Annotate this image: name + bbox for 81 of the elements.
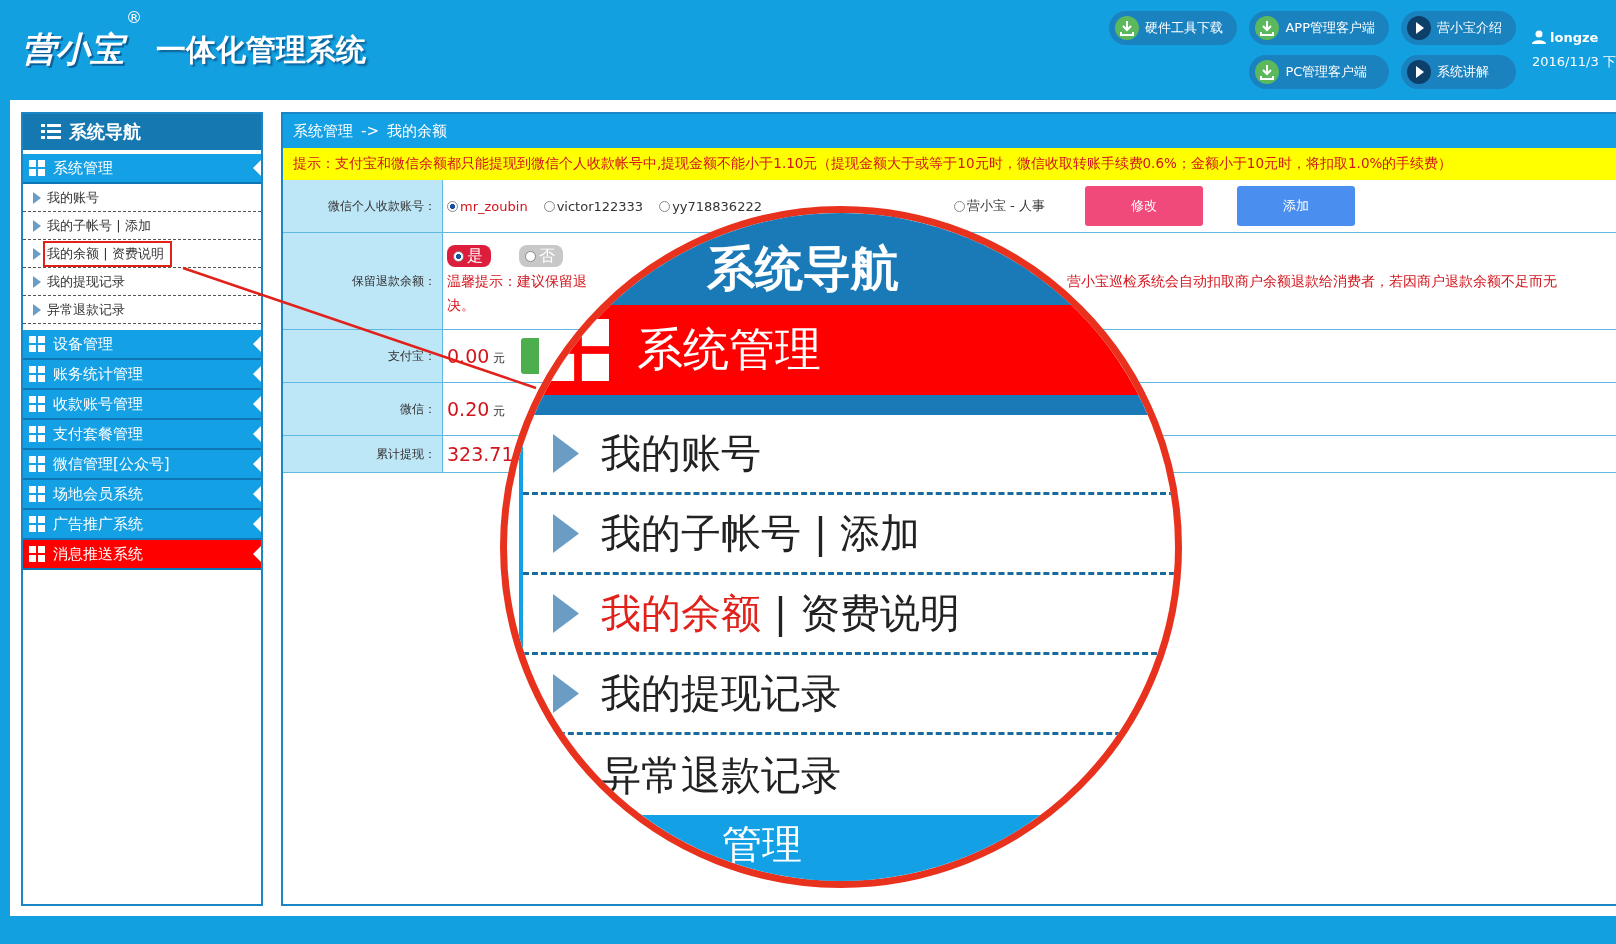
field-label: 支付宝： [283,330,443,382]
list-icon [41,124,61,140]
header-button[interactable]: 硬件工具下载 [1109,11,1238,45]
menu-item[interactable]: 我的子帐号 | 添加 [601,506,920,561]
menu-item[interactable]: 我的账号 [601,426,761,481]
edit-button[interactable]: 修改 [1084,186,1203,226]
play-icon [1407,16,1431,40]
menu-section[interactable]: 系统管理 [23,154,261,184]
triangle-icon [33,275,41,288]
grid-icon [29,160,45,176]
grid-icon [29,516,45,532]
menu-section[interactable]: 微信管理[公众号] [23,450,261,480]
tip-text: 决。 [447,297,476,315]
triangle-icon [33,191,41,204]
download-icon [1255,60,1280,84]
play-icon [1407,60,1431,84]
header-button[interactable]: APP管理客户端 [1249,11,1389,45]
magnified-section: 系统管理 [637,319,821,381]
date-text: 2016/11/3 下 [1532,52,1616,71]
registered-mark: ® [126,8,142,27]
grid-icon [29,336,45,352]
menu-section[interactable]: 设备管理 [23,330,261,360]
header-button[interactable]: 营小宝介绍 [1401,11,1516,45]
radio-option[interactable]: yy718836222 [659,198,762,214]
grid-icon [29,486,45,502]
menu-section[interactable]: 收款账号管理 [23,390,261,420]
unit-text: 元 [493,402,506,420]
triangle-icon [33,219,41,232]
triangle-icon [33,303,41,316]
grid-icon [29,546,45,562]
menu-item[interactable]: 我的余额 | 资费说明 [43,240,172,267]
menu-section[interactable]: 支付套餐管理 [23,420,261,450]
menu-section[interactable]: 广告推广系统 [23,510,261,540]
tip-text: 营小宝巡检系统会自动扣取商户余额退款给消费者，若因商户退款余额不足而无 [1067,273,1557,291]
breadcrumb-link[interactable]: 系统管理 [293,121,353,141]
header-button[interactable]: PC管理客户端 [1249,55,1389,89]
menu-item[interactable]: 我的提现记录 [601,666,841,721]
withdraw-button[interactable] [521,338,540,374]
menu-section[interactable]: 场地会员系统 [23,480,261,510]
download-icon [1255,16,1280,40]
magnified-title: 系统导航 [707,239,899,298]
radio-option[interactable]: victor122333 [543,198,644,214]
triangle-icon [553,434,579,473]
radio-option[interactable]: mr_zoubin [447,198,528,214]
grid-icon [29,456,45,472]
toggle-option[interactable]: 是 [447,245,491,267]
user-name[interactable]: longze [1532,29,1616,45]
field-label: 微信： [283,383,443,435]
amount-value: 0.00 [447,345,490,367]
magnified-section: 管理 [722,821,802,867]
amount-value: 0.20 [447,398,490,420]
field-label: 微信个人收款账号： [283,180,443,232]
menu-item[interactable]: 异常退款记录 [43,296,133,323]
user-icon [1532,30,1546,44]
triangle-icon [33,247,41,260]
menu-section[interactable]: 消息推送系统 [23,540,261,570]
triangle-icon [553,674,579,713]
sidebar-title: 系统导航 [23,114,261,150]
menu-item[interactable]: 我的提现记录 [43,268,133,295]
field-label: 保留退款余额： [283,233,443,329]
triangle-icon [553,514,579,553]
menu-item[interactable]: 我的余额 | 资费说明 [601,586,960,641]
triangle-icon [553,594,579,633]
menu-item[interactable]: 我的账号 [43,184,107,211]
grid-icon [29,426,45,442]
breadcrumb-current: 我的余额 [387,121,447,141]
field-label: 累计提现： [283,436,443,472]
tip-text: 温馨提示：建议保留退 [447,273,587,291]
grid-icon [29,366,45,382]
add-button[interactable]: 添加 [1236,186,1355,226]
menu-section[interactable]: 账务统计管理 [23,360,261,390]
menu-item[interactable]: 我的子帐号 | 添加 [43,212,159,239]
unit-text: 元 [493,349,506,367]
breadcrumb-separator: -> [361,122,379,140]
grid-icon [29,396,45,412]
amount-value: 323.71 [447,443,514,465]
download-icon [1115,16,1140,40]
radio-option[interactable]: 营小宝 - 人事 [953,197,1045,215]
app-title: 一体化管理系统 [156,30,366,69]
notice-text: 提示：支付宝和微信余额都只能提现到微信个人收款帐号中,提现金额不能小于1.10元（提现金额大于或等于10元时，微信收取转账手续费0.6%；金额小于10元时，将扣取1.0%的手续费） [283,148,1616,180]
header-button[interactable]: 系统讲解 [1401,55,1516,89]
